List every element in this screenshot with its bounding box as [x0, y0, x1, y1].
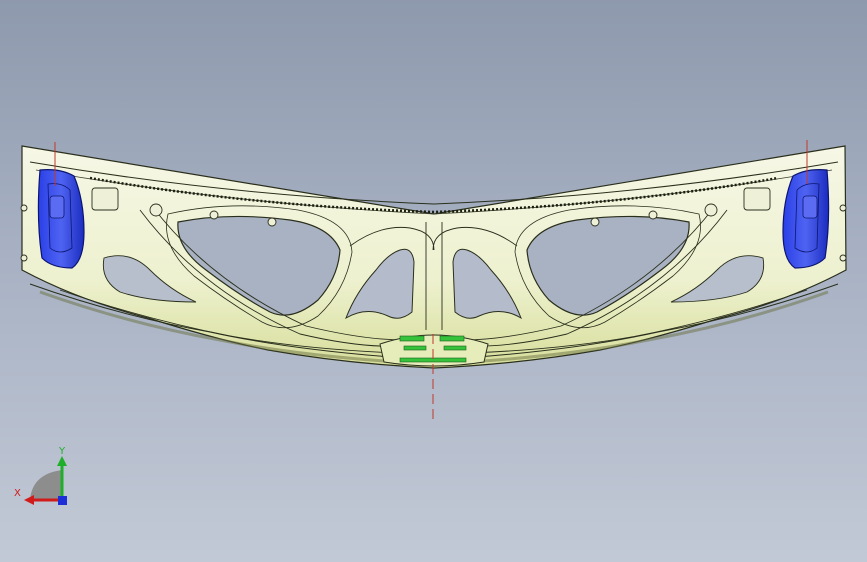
latch-reinforcement[interactable]: [379, 334, 489, 367]
left-hinge-reinforcement[interactable]: [37, 169, 85, 269]
cad-viewport[interactable]: [0, 0, 867, 562]
right-hinge-reinforcement[interactable]: [782, 169, 830, 269]
